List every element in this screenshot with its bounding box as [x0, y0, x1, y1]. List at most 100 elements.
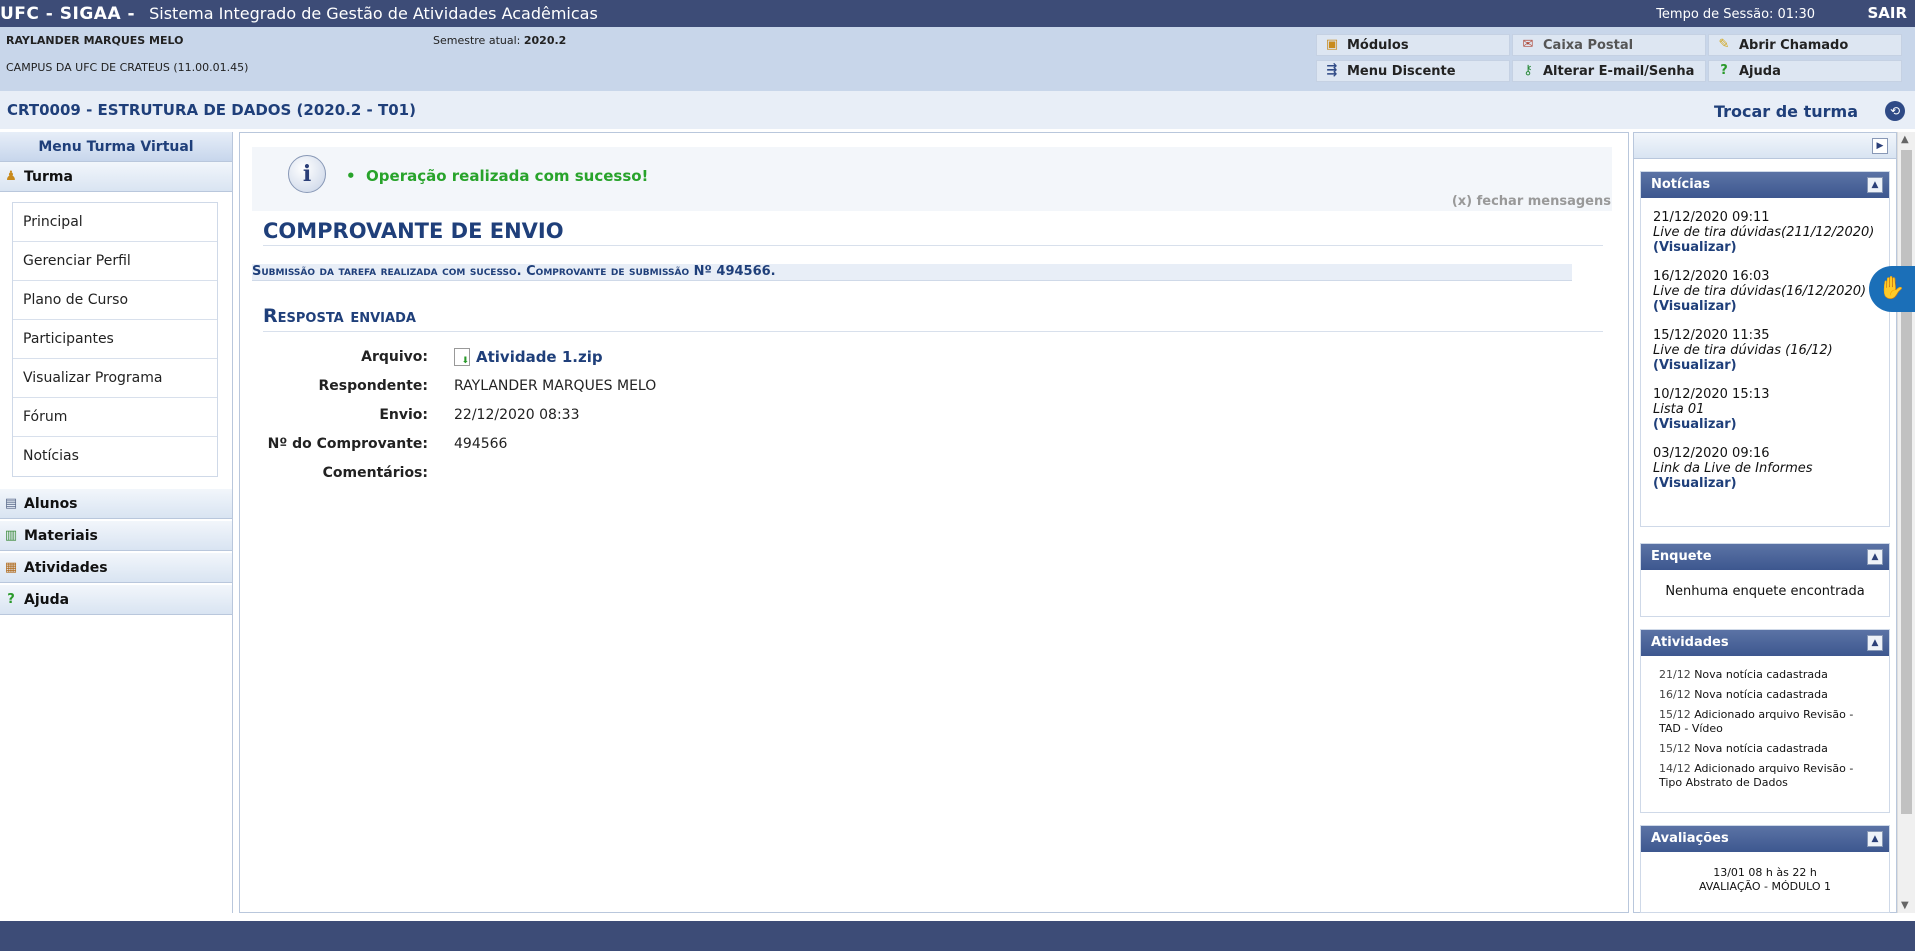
detail-value: RAYLANDER MARQUES MELO — [454, 377, 657, 394]
detail-row-arquivo: Arquivo: ⬇ Atividade 1.zip — [240, 342, 1040, 371]
info-icon: i — [288, 155, 326, 193]
collapse-up-icon[interactable]: ▲ — [1867, 635, 1883, 651]
poll-box-header: Enquete ▲ — [1641, 544, 1889, 570]
message-box: i • Operação realizada com sucesso! (x) … — [252, 147, 1612, 211]
detail-value: 494566 — [454, 435, 508, 452]
sidebar-section-label: Materiais — [24, 527, 98, 544]
session-timer: Tempo de Sessão: 01:30 — [1656, 7, 1815, 22]
ajuda-top-label: Ajuda — [1739, 63, 1781, 79]
menu-discente-button[interactable]: ⇶ Menu Discente — [1316, 60, 1510, 82]
sidebar-item-noticias[interactable]: Notícias — [13, 437, 217, 476]
footer-bar — [0, 921, 1915, 951]
course-bar: CRT0009 - ESTRUTURA DE DADOS (2020.2 - T… — [0, 91, 1915, 129]
sidebar-section-label: Ajuda — [24, 591, 70, 608]
caixa-postal-label: Caixa Postal — [1543, 37, 1634, 53]
news-date: 03/12/2020 09:16 — [1653, 446, 1770, 461]
close-messages-link[interactable]: (x) fechar mensagens — [1452, 194, 1611, 209]
sidebar-section-atividades[interactable]: ▦ Atividades — [0, 553, 232, 583]
news-view-link[interactable]: (Visualizar) — [1653, 476, 1877, 491]
help-icon: ? — [7, 591, 15, 607]
alterar-email-button[interactable]: ⚷ Alterar E-mail/Senha — [1512, 60, 1706, 82]
abrir-chamado-button[interactable]: ✎ Abrir Chamado — [1708, 34, 1902, 56]
scroll-thumb[interactable] — [1901, 150, 1912, 814]
detail-label: Nº do Comprovante: — [267, 435, 428, 452]
evaluation-item: 13/01 08 h às 22 h AVALIAÇÃO - MÓDULO 1 — [1641, 852, 1889, 894]
page-title: COMPROVANTE DE ENVIO — [263, 216, 1603, 246]
user-campus: CAMPUS DA UFC DE CRATEUS (11.00.01.45) — [6, 61, 249, 74]
poll-box: Enquete ▲ Nenhuma enquete encontrada — [1640, 543, 1890, 617]
list-item: 21/12/2020 09:11 Live de tira dúvidas(21… — [1653, 210, 1877, 255]
sidebar-item-gerenciar-perfil[interactable]: Gerenciar Perfil — [13, 242, 217, 281]
scroll-up-icon[interactable]: ▲ — [1901, 134, 1909, 145]
evaluation-date: 13/01 08 h às 22 h — [1713, 866, 1817, 879]
collapse-up-icon[interactable]: ▲ — [1867, 831, 1883, 847]
section-title: Resposta enviada — [263, 301, 1603, 332]
activity-text: Nova notícia cadastrada — [1694, 688, 1828, 701]
pencil-icon: ✎ — [1718, 37, 1730, 52]
books-icon: ▥ — [4, 527, 18, 543]
sidebar-item-plano-de-curso[interactable]: Plano de Curso — [13, 281, 217, 320]
box-icon: ▣ — [1325, 37, 1339, 52]
news-title: Lista 01 — [1653, 402, 1705, 417]
news-view-link[interactable]: (Visualizar) — [1653, 358, 1877, 373]
help-icon: ? — [1720, 63, 1728, 78]
detail-row-envio: Envio: 22/12/2020 08:33 — [240, 400, 1040, 429]
sidebar-item-forum[interactable]: Fórum — [13, 398, 217, 437]
news-view-link[interactable]: (Visualizar) — [1653, 417, 1877, 432]
poll-box-title: Enquete — [1651, 549, 1712, 564]
sidebar-section-label: Atividades — [24, 559, 108, 576]
list-item: 10/12/2020 15:13 Lista 01 (Visualizar) — [1653, 387, 1877, 432]
news-title: Link da Live de Informes — [1653, 461, 1813, 476]
detail-label: Arquivo: — [361, 348, 428, 365]
sidebar-item-principal[interactable]: Principal — [13, 203, 217, 242]
news-date: 16/12/2020 16:03 — [1653, 269, 1770, 284]
sidebar-section-materiais[interactable]: ▥ Materiais — [0, 521, 232, 551]
list-item: 21/12 Nova notícia cadastrada — [1659, 668, 1877, 682]
ajuda-top-button[interactable]: ? Ajuda — [1708, 60, 1902, 82]
detail-row-comprovante: Nº do Comprovante: 494566 — [240, 429, 1040, 458]
sidebar-section-turma[interactable]: ♟ Turma — [0, 162, 232, 192]
detail-value: ⬇ Atividade 1.zip — [454, 347, 603, 366]
activities-box: Atividades ▲ 21/12 Nova notícia cadastra… — [1640, 629, 1890, 813]
scroll-down-icon[interactable]: ▼ — [1901, 900, 1909, 911]
activity-text: Nova notícia cadastrada — [1694, 742, 1828, 755]
success-message: • Operação realizada com sucesso! — [346, 167, 649, 185]
sidebar-section-alunos[interactable]: ▤ Alunos — [0, 489, 232, 519]
main-content: i • Operação realizada com sucesso! (x) … — [239, 132, 1629, 913]
detail-label: Comentários: — [322, 464, 428, 481]
logout-link[interactable]: SAIR — [1867, 4, 1907, 22]
sidebar-item-visualizar-programa[interactable]: Visualizar Programa — [13, 359, 217, 398]
course-title: CRT0009 - ESTRUTURA DE DADOS (2020.2 - T… — [7, 101, 416, 119]
accessibility-hand-icon[interactable]: ✋ — [1869, 266, 1915, 312]
evaluation-name: AVALIAÇÃO - MÓDULO 1 — [1698, 880, 1832, 893]
activity-date: 14/12 — [1659, 762, 1691, 775]
page-scrollbar[interactable]: ▲ ▼ — [1897, 132, 1915, 913]
users-icon: ♟ — [5, 168, 17, 184]
sidebar-section-ajuda[interactable]: ? Ajuda — [0, 585, 232, 615]
submission-notice: Submissão da tarefa realizada com sucess… — [252, 264, 1572, 281]
news-view-link[interactable]: (Visualizar) — [1653, 240, 1877, 255]
list-item: 16/12/2020 16:03 Live de tira dúvidas(16… — [1653, 269, 1877, 314]
top-bar: UFC - SIGAA - Sistema Integrado de Gestã… — [0, 0, 1915, 27]
right-panel: ▶ Notícias ▲ 21/12/2020 09:11 Live de ti… — [1633, 132, 1897, 913]
semester-label: Semestre atual: — [433, 34, 521, 47]
news-box: Notícias ▲ 21/12/2020 09:11 Live de tira… — [1640, 171, 1890, 527]
network-icon: ⇶ — [1326, 63, 1338, 78]
news-title: Live de tira dúvidas (16/12) — [1653, 343, 1833, 358]
file-download-icon[interactable]: ⬇ — [454, 347, 470, 366]
collapse-panel-icon[interactable]: ▶ — [1872, 138, 1888, 154]
collapse-up-icon[interactable]: ▲ — [1867, 177, 1883, 193]
sidebar-item-participantes[interactable]: Participantes — [13, 320, 217, 359]
poll-empty-text: Nenhuma enquete encontrada — [1665, 584, 1865, 599]
sidebar-section-label: Turma — [24, 168, 73, 185]
modulos-button[interactable]: ▣ Módulos — [1316, 34, 1510, 56]
news-date: 21/12/2020 09:11 — [1653, 210, 1770, 225]
file-link[interactable]: Atividade 1.zip — [476, 348, 603, 366]
caixa-postal-button[interactable]: ✉ Caixa Postal — [1512, 34, 1706, 56]
switch-class-link[interactable]: Trocar de turma — [1714, 102, 1858, 121]
activity-date: 15/12 — [1659, 742, 1691, 755]
detail-row-comentarios: Comentários: — [240, 458, 1040, 487]
collapse-up-icon[interactable]: ▲ — [1867, 549, 1883, 565]
news-view-link[interactable]: (Visualizar) — [1653, 299, 1877, 314]
switch-class-icon[interactable]: ⟲ — [1885, 101, 1905, 121]
